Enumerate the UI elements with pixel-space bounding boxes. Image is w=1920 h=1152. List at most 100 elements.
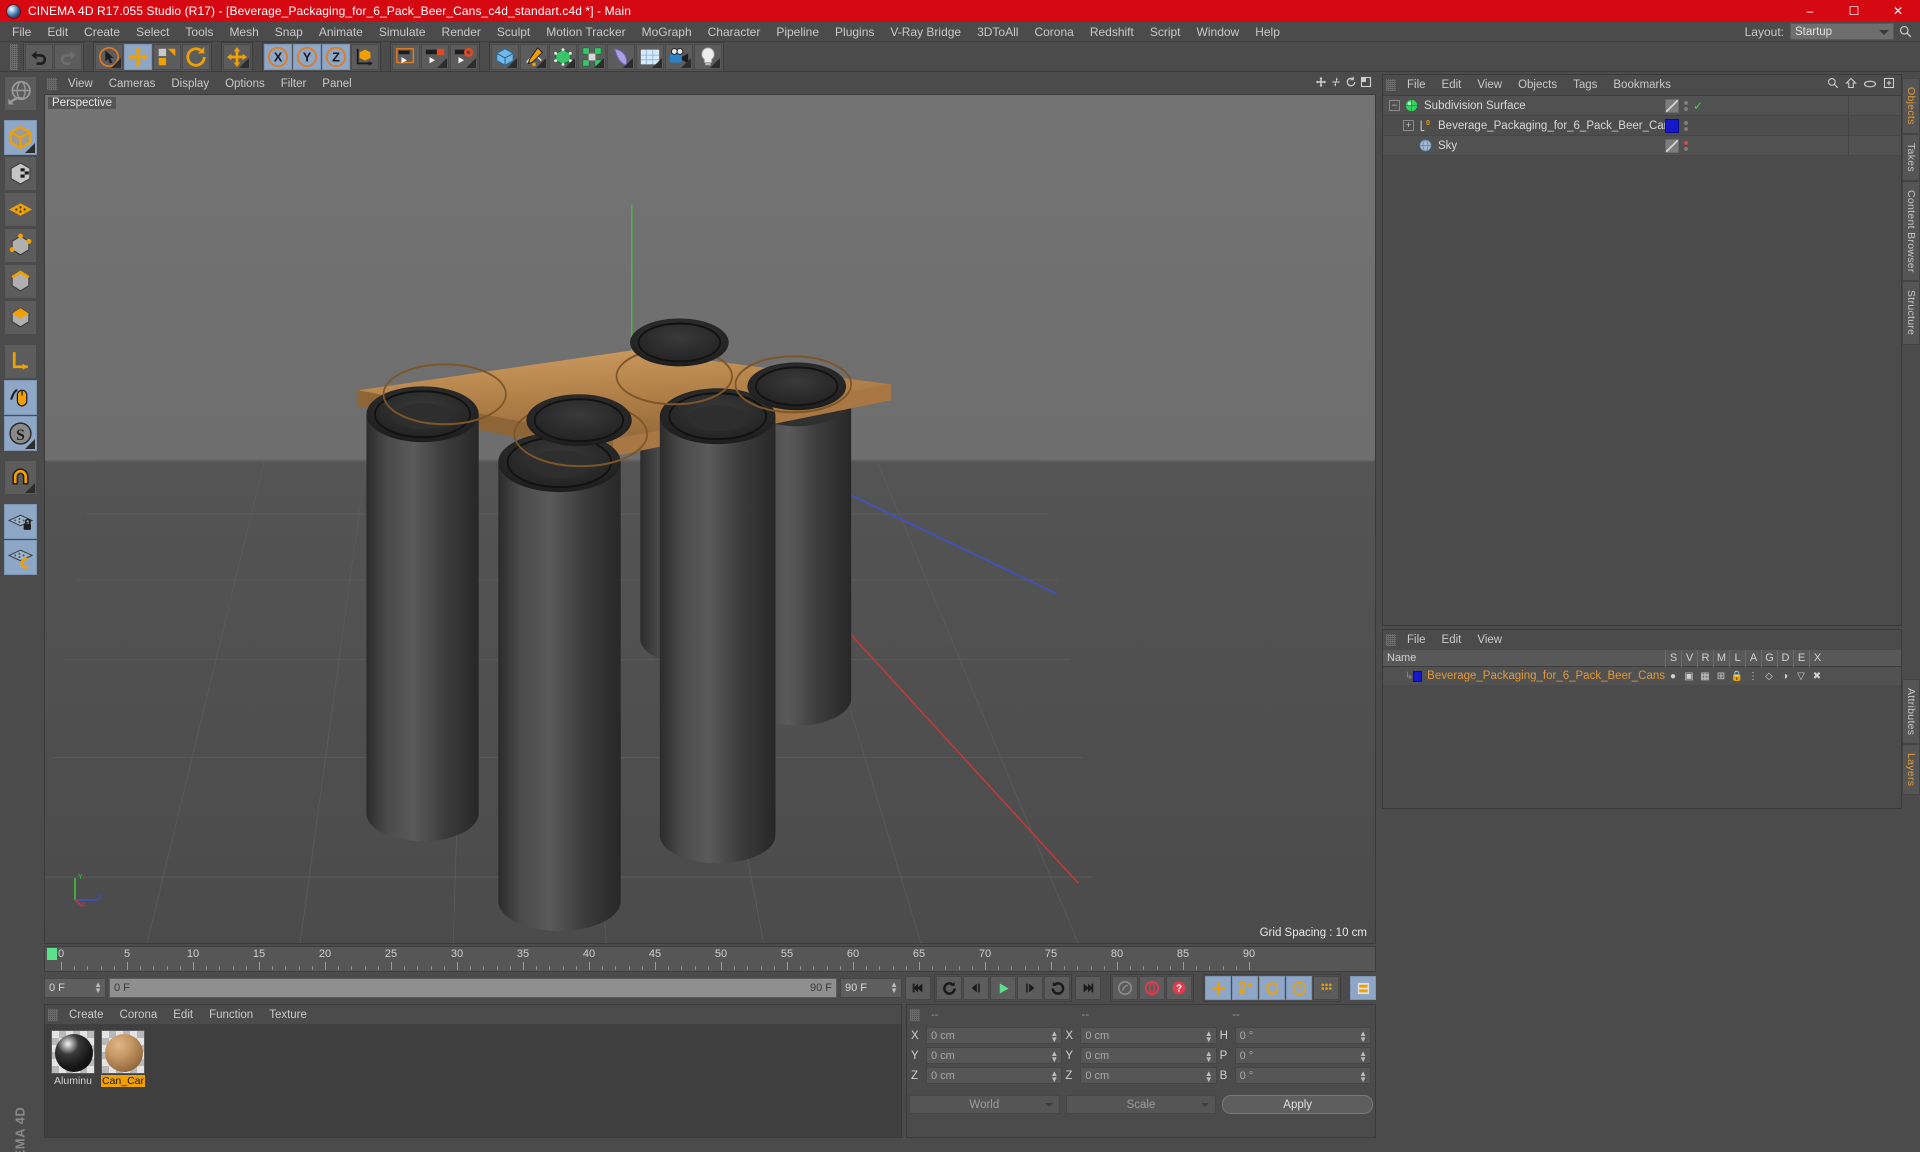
timeline-ruler[interactable]: 0 5 10 15 20 25 30 35 40 45 50 55 60 65 70 75 80 85 90 — [44, 946, 1376, 972]
position-x-field[interactable]: 0 cm ▲ ▼ — [926, 1027, 1063, 1044]
enable-axis-mouse-icon[interactable] — [3, 380, 37, 415]
spinner-icon[interactable]: ▲ ▼ — [1205, 1050, 1213, 1064]
spinner-icon[interactable]: ▲ ▼ — [1050, 1030, 1058, 1044]
menu-plugins[interactable]: Plugins — [827, 23, 882, 41]
animation-icon[interactable]: ⋮ — [1745, 671, 1761, 682]
material-preview[interactable] — [51, 1030, 95, 1074]
layer-column-v[interactable]: V — [1681, 649, 1697, 667]
lock-workplane-icon[interactable] — [3, 504, 37, 539]
key-position-icon[interactable] — [1205, 976, 1231, 1000]
minimize-button[interactable]: – — [1788, 0, 1832, 22]
layout-dropdown[interactable]: Startup — [1790, 23, 1894, 40]
spinner-icon[interactable]: ▲ ▼ — [94, 981, 102, 995]
visibility-dots[interactable] — [1684, 120, 1688, 131]
size-z-field[interactable]: 0 cm ▲ ▼ — [1080, 1067, 1217, 1084]
current-frame-field[interactable]: 0 F ▲ ▼ — [44, 978, 106, 998]
play-backwards-loop-icon[interactable] — [936, 976, 962, 1000]
menu-snap[interactable]: Snap — [267, 23, 311, 41]
step-back-icon[interactable] — [963, 976, 989, 1000]
material-manager-grip[interactable] — [48, 1008, 58, 1021]
autokey-disabled-icon[interactable] — [1112, 976, 1138, 1000]
rotation-h-field[interactable]: 0 ° ▲ ▼ — [1234, 1027, 1371, 1044]
menu-select[interactable]: Select — [128, 23, 177, 41]
menu-simulate[interactable]: Simulate — [371, 23, 434, 41]
key-scale-icon[interactable] — [1232, 976, 1258, 1000]
material-swatch-area[interactable]: Aluminu Can_Car — [45, 1024, 901, 1137]
coordinate-mode-dropdown[interactable]: Scale — [1065, 1095, 1217, 1114]
apply-button[interactable]: Apply — [1222, 1095, 1374, 1114]
object-menu-view[interactable]: View — [1469, 77, 1510, 93]
display-tag[interactable] — [1665, 98, 1679, 113]
spinner-icon[interactable]: ▲ ▼ — [1050, 1070, 1058, 1084]
generators-icon[interactable]: ◇ — [1761, 671, 1777, 682]
render-icon[interactable]: ▦ — [1697, 671, 1713, 682]
menu-animate[interactable]: Animate — [311, 23, 371, 41]
menu-pipeline[interactable]: Pipeline — [768, 23, 827, 41]
spline-pen-icon[interactable] — [520, 43, 548, 70]
material-name[interactable]: Can_Car — [101, 1075, 145, 1087]
menu-file[interactable]: File — [4, 23, 39, 41]
redo-icon[interactable] — [54, 43, 82, 70]
layer-menu-edit[interactable]: Edit — [1434, 632, 1470, 648]
menu-render[interactable]: Render — [434, 23, 489, 41]
loop-icon[interactable] — [1044, 976, 1070, 1000]
autokeying-icon[interactable]: ? — [1166, 976, 1192, 1000]
layer-color-swatch[interactable] — [1413, 670, 1423, 682]
xref-icon[interactable]: ✖ — [1809, 671, 1825, 682]
lock-icon[interactable]: 🔒 — [1729, 671, 1745, 682]
material-tag[interactable] — [1665, 118, 1679, 133]
planar-workplane-icon[interactable] — [3, 540, 37, 575]
spinner-icon[interactable]: ▲ ▼ — [1050, 1050, 1058, 1064]
object-manager-grip[interactable] — [1386, 79, 1396, 91]
undo-icon[interactable] — [25, 43, 53, 70]
display-tag[interactable] — [1665, 138, 1679, 153]
toolbar-grip[interactable] — [10, 43, 18, 70]
render-view-icon[interactable] — [392, 43, 420, 70]
spinner-icon[interactable]: ▲ ▼ — [1205, 1030, 1213, 1044]
layer-row[interactable]: ↳ Beverage_Packaging_for_6_Pack_Beer_Cans… — [1383, 667, 1901, 685]
viewport-menu-cameras[interactable]: Cameras — [101, 76, 164, 92]
size-y-field[interactable]: 0 cm ▲ ▼ — [1080, 1047, 1217, 1064]
menu-v-ray-bridge[interactable]: V-Ray Bridge — [882, 23, 969, 41]
right-tab-content-browser[interactable]: Content Browser — [1902, 180, 1920, 282]
position-y-field[interactable]: 0 cm ▲ ▼ — [926, 1047, 1063, 1064]
ellipse-icon[interactable] — [1863, 76, 1877, 94]
viewport-menu-panel[interactable]: Panel — [314, 76, 359, 92]
menu-tools[interactable]: Tools — [177, 23, 221, 41]
viewport-menu-options[interactable]: Options — [217, 76, 273, 92]
close-button[interactable]: ✕ — [1876, 0, 1920, 22]
viewport-menu-display[interactable]: Display — [163, 76, 217, 92]
menu-window[interactable]: Window — [1189, 23, 1248, 41]
material-menu-function[interactable]: Function — [201, 1007, 261, 1023]
object-tree[interactable]: − Subdivision Surface ✓ +0 Beverage_Packagin… — [1383, 95, 1901, 625]
light-icon[interactable] — [694, 43, 722, 70]
camera-icon[interactable] — [665, 43, 693, 70]
enabled-check-icon[interactable]: ✓ — [1693, 99, 1703, 113]
maximize-button[interactable]: ☐ — [1832, 0, 1876, 22]
viewport-move-icon[interactable] — [1315, 75, 1327, 93]
material-menu-texture[interactable]: Texture — [261, 1007, 315, 1023]
move-tool-icon[interactable] — [124, 43, 152, 70]
menu-corona[interactable]: Corona — [1026, 23, 1081, 41]
material-name[interactable]: Aluminu — [51, 1075, 95, 1087]
object-row[interactable]: − Subdivision Surface ✓ — [1383, 96, 1901, 116]
soft-selection-icon[interactable]: S — [3, 416, 37, 451]
visibility-dots[interactable] — [1684, 140, 1688, 151]
material-preview[interactable] — [101, 1030, 145, 1074]
rotation-p-field[interactable]: 0 ° ▲ ▼ — [1234, 1047, 1371, 1064]
viewport-menu-filter[interactable]: Filter — [273, 76, 315, 92]
world-object-axis-icon[interactable] — [351, 43, 379, 70]
visible-editor-dot[interactable] — [1684, 120, 1688, 125]
material-item[interactable]: Can_Car — [101, 1030, 145, 1131]
viewport-rotate-icon[interactable] — [1345, 75, 1357, 93]
visible-icon[interactable]: ▣ — [1681, 671, 1697, 682]
rotation-b-field[interactable]: 0 ° ▲ ▼ — [1234, 1067, 1371, 1084]
search-icon[interactable] — [1827, 76, 1839, 94]
right-tab-objects[interactable]: Objects — [1902, 78, 1920, 134]
menu-script[interactable]: Script — [1142, 23, 1189, 41]
keyframe-selection-icon[interactable] — [1350, 976, 1376, 1000]
object-menu-edit[interactable]: Edit — [1434, 77, 1470, 93]
render-settings-icon[interactable] — [450, 43, 478, 70]
key-parameter-icon[interactable]: P — [1286, 976, 1312, 1000]
right-tab-attributes[interactable]: Attributes — [1902, 678, 1920, 745]
